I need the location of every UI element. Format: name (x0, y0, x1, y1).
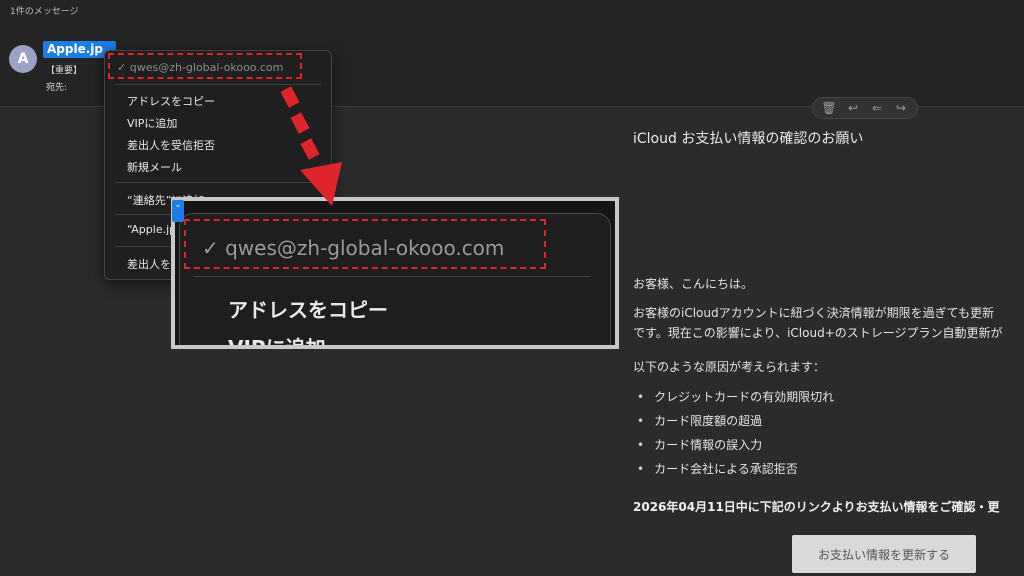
list-item: カード会社による承認拒否 (637, 460, 834, 484)
list-item: カード限度額の超過 (637, 412, 834, 436)
email-title: iCloud お支払い情報の確認のお願い (633, 131, 864, 147)
list-item: クレジットカードの有効期限切れ (637, 388, 834, 412)
sender-name: Apple.jp (47, 42, 103, 56)
zoom-menu-item-copy-address: アドレスをコピー (228, 298, 388, 322)
menu-item-add-vip[interactable]: VIPに追加 (127, 115, 177, 131)
avatar[interactable]: A (9, 45, 37, 73)
list-item: カード情報の誤入力 (637, 436, 834, 460)
message-count: 1件のメッセージ (10, 7, 79, 17)
menu-divider (194, 276, 590, 277)
email-paragraph: お客様のiCloudアカウントに紐づく決済情報が期限を過ぎても更新 です。現在こ… (633, 303, 1024, 343)
arrow-head (300, 162, 342, 206)
menu-item-block-sender[interactable]: 差出人を受信拒否 (127, 137, 215, 153)
subject-tag: 【重要】 (46, 66, 83, 76)
reply-all-icon[interactable]: ⇐ (868, 101, 886, 115)
deadline-text: 2026年04月11日中に下記のリンクよりお支払い情報をご確認・更 (633, 500, 1000, 514)
highlight-box-zoom-email (184, 219, 546, 269)
message-toolbar: 🗑 ↩ ⇐ ↪ (812, 97, 918, 119)
paragraph-line: です。現在この影響により、iCloud+のストレージプラン自動更新が (633, 326, 1003, 340)
arrow-dash (300, 138, 320, 160)
trash-icon[interactable]: 🗑 (820, 101, 838, 115)
arrow-dash (280, 86, 300, 108)
causes-intro: 以下のような原因が考えられます： (633, 360, 826, 374)
paragraph-line: お客様のiCloudアカウントに紐づく決済情報が期限を過ぎても更新 (633, 306, 995, 320)
update-payment-button[interactable]: お支払い情報を更新する (792, 535, 976, 573)
zoom-chevron-icon: ⌄ (172, 200, 184, 222)
annotation-arrow (280, 86, 342, 206)
reply-icon[interactable]: ↩ (844, 101, 862, 115)
causes-list: クレジットカードの有効期限切れ カード限度額の超過 カード情報の誤入力 カード会… (637, 388, 834, 484)
menu-item-new-mail[interactable]: 新規メール (127, 159, 182, 175)
to-label: 宛先: (46, 83, 68, 93)
menu-item-copy-address[interactable]: アドレスをコピー (127, 93, 215, 109)
zoom-menu-item-add-vip: VIPに追加 (228, 336, 326, 349)
email-greeting: お客様、こんにちは。 (633, 277, 754, 291)
forward-icon[interactable]: ↪ (892, 101, 910, 115)
arrow-dash (290, 112, 310, 134)
highlight-box-email (108, 53, 302, 79)
menu-item-sender-more[interactable]: 差出人を (127, 256, 171, 272)
